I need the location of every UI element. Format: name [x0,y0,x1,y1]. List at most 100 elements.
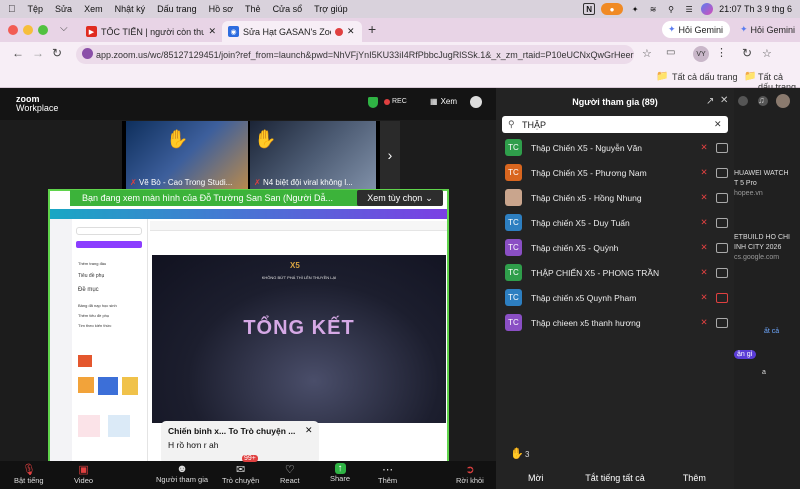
video-thumbnail[interactable]: ✋ ✗ Vẽ Bò - Cao Trong Studi... [126,121,248,189]
chat-button[interactable]: ✉ Trò chuyện [222,463,259,485]
participant-row[interactable]: TC Thập chiến X5 - Duy Tuấn ✕ [496,210,734,235]
menu-help[interactable]: Trợ giúp [308,4,354,14]
bookmarks-bar: 📁 Tất cả dấu trang 📁 Tất cả dấu trang [0,66,800,92]
panel-close-icon[interactable]: ✕ [720,95,728,106]
zoom-meeting-window: zoom Workplace REC ▦ Xem ✋ ✗ Vẽ Bò - Cao… [0,88,800,489]
view-options-dropdown[interactable]: Xem tùy chọn ⌄ [357,190,443,206]
menu-kebab-icon[interactable]: ⋮ [716,46,727,59]
canva-template-thumb[interactable] [98,377,118,395]
menu-bookmarks[interactable]: Dấu trang [151,4,203,14]
browser-tab-strip: ⌵ ▶ TỐC TIẾN | người còn thường... ✕ ◉ S… [0,18,800,42]
maximize-window-button[interactable] [38,25,48,35]
apple-icon[interactable]:  [0,4,22,15]
participant-row[interactable]: TC Thập chiến x5 Quynh Pham ✕ [496,285,734,310]
close-tab-icon[interactable]: ✕ [208,26,216,37]
canva-template-thumb[interactable] [108,415,130,437]
canva-text-option[interactable]: Tìm theo kiến thức [78,323,111,328]
leave-button[interactable]: ➲ Rời khỏi [456,463,484,485]
video-thumbnail[interactable]: ✋ ✗ N4 biệt đội viral không l... [250,121,376,189]
gemini-button-right[interactable]: ✦ Hỏi Gemini [734,21,800,38]
invite-button[interactable]: Mời [496,466,575,489]
canva-text-option[interactable]: Tiêu đề phụ [78,273,104,279]
canva-template-thumb[interactable] [122,377,138,395]
sparkle-icon[interactable]: ✦ [629,3,641,15]
gemini-button[interactable]: ✦ Hỏi Gemini [662,21,730,38]
participant-row[interactable]: TC Thập chieen x5 thanh hương ✕ [496,310,734,335]
tab-zoom[interactable]: ◉ Sửa Hạt GASAN's Zoom M... ✕ [222,21,362,42]
siri-icon[interactable] [701,3,714,15]
react-button[interactable]: ♡ React [280,463,300,485]
search-icon[interactable]: ⚲ [665,3,677,15]
minimize-window-button[interactable] [23,25,33,35]
participant-row[interactable]: TC Thập chiến X5 - Quỳnh ✕ [496,235,734,260]
more-button[interactable]: ⋯ Thêm [378,463,397,485]
presentation-slide[interactable]: X5 KHÔNG BỨT PHÁ THÌ LÊN THUYỀN LẠI TỔNG… [152,255,446,423]
wifi-icon[interactable]: ≋ [647,3,659,15]
recording-indicator[interactable]: REC [384,98,407,105]
canva-template-thumb[interactable] [78,355,92,367]
participant-search-input[interactable]: ⚲ THẬP ✕ [502,116,728,133]
canva-template-thumb[interactable] [78,415,100,437]
control-center-icon[interactable]: ☰ [683,3,695,15]
canva-search[interactable] [76,227,142,235]
canva-text-option[interactable]: Đề mục [78,287,99,293]
canva-template-thumb[interactable] [78,377,94,393]
menu-profiles[interactable]: Hồ sơ [203,4,239,14]
close-icon[interactable]: ✕ [305,425,313,436]
shield-icon[interactable] [368,97,378,108]
thumbnail-name: N4 biệt đội viral không l... [262,178,353,187]
chat-icon: ✉ [236,464,246,476]
all-bookmarks-link[interactable]: Tất cả dấu trang [672,72,738,82]
canva-add-button[interactable] [76,241,142,248]
next-thumbnails-button[interactable]: › [380,121,400,189]
mic-muted-icon: ✕ [700,167,708,177]
heart-icon: ♡ [284,464,295,476]
extensions-icon[interactable]: ▭ [666,47,675,58]
reload-icon[interactable]: ↻ [52,46,62,60]
canva-text-option[interactable]: Thêm tiêu đề phụ [78,313,109,318]
mute-all-button[interactable]: Tắt tiếng tất cả [575,466,654,489]
chat-bubble-icon[interactable] [470,96,482,108]
participants-button[interactable]: ☻ Người tham gia [156,463,208,484]
site-info-icon[interactable] [82,48,93,59]
view-button[interactable]: ▦ Xem [430,97,457,106]
canva-topbar [50,209,447,219]
menubar-clock[interactable]: 21:07 Th 3 9 thg 6 [719,4,792,14]
meeting-controls: 🎙 Bật tiếng ▣ Video ☻ Người tham gia ✉ T… [0,455,496,489]
notion-icon[interactable]: N [583,3,596,15]
bookmark-star-icon[interactable]: ☆ [642,47,652,60]
microphone-icon[interactable]: ● [601,3,624,15]
menu-tab[interactable]: Thẻ [239,4,267,14]
clear-search-icon[interactable]: ✕ [714,119,722,130]
participant-row[interactable]: Thập Chiến x5 - Hồng Nhung ✕ [496,185,734,210]
tab-search-icon[interactable]: ⌵ [60,23,68,34]
menu-view[interactable]: Xem [78,4,109,14]
close-window-button[interactable] [8,25,18,35]
menu-history[interactable]: Nhật ký [109,4,152,14]
participant-name: Thập chieen x5 thanh hương [531,317,641,328]
tab-tocotien[interactable]: ▶ TỐC TIẾN | người còn thường... ✕ [80,21,222,42]
new-tab-button[interactable]: + [368,21,376,37]
profile-avatar[interactable]: VY [693,46,709,62]
search-value: THẬP [522,119,547,130]
chat-notification[interactable]: Chiến binh x... To Trò chuyện ... H rồ h… [161,421,319,464]
close-tab-icon[interactable]: ✕ [347,26,355,37]
share-button[interactable]: ↑ Share [330,463,350,483]
participant-row[interactable]: TC THẬP CHIẾN X5 - PHONG TRẦN ✕ [496,260,734,285]
participant-row[interactable]: TC Thập Chiến X5 - Phương Nam ✕ [496,160,734,185]
forward-icon[interactable]: → [32,46,44,60]
url-field[interactable]: app.zoom.us/wc/85127129451/join?ref_from… [76,45,634,64]
menu-window[interactable]: Cửa sổ [267,4,309,14]
menu-edit[interactable]: Sửa [49,4,78,14]
popout-icon[interactable]: ↗ [706,96,714,107]
gemini-icon: ✦ [740,24,748,34]
back-icon[interactable]: ← [12,46,24,60]
canva-text-option[interactable]: Thêm trang đầu [78,261,106,266]
panel-more-button[interactable]: Thêm [655,466,734,489]
unmute-button[interactable]: 🎙 Bật tiếng [14,463,44,485]
canva-text-option[interactable]: Bảng đã nạp học sinh [78,303,117,308]
video-button[interactable]: ▣ Video [74,463,93,485]
participant-row[interactable]: TC Thập Chiến X5 - Nguyễn Văn ✕ [496,135,734,160]
video-thumbnails-strip: ✋ ✗ Vẽ Bò - Cao Trong Studi... ✋ ✗ N4 bi… [122,121,380,189]
menu-file[interactable]: Tệp [22,4,50,14]
